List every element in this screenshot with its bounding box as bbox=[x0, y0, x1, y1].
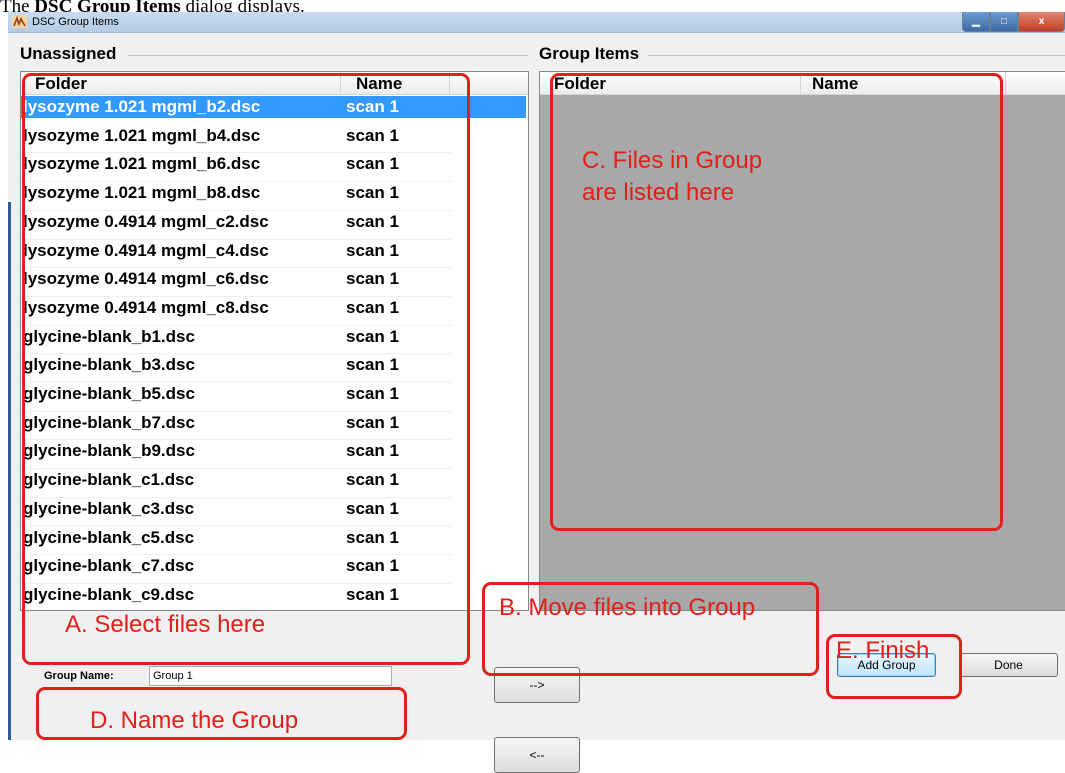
maximize-icon: □ bbox=[1000, 16, 1008, 27]
window-controls: ▁ □ x bbox=[962, 12, 1065, 32]
group-name-label: Group Name: bbox=[44, 670, 114, 682]
remove-from-group-button[interactable]: <-- bbox=[494, 737, 580, 773]
annotation-c-text-line2: are listed here bbox=[582, 179, 735, 206]
annotation-c-box bbox=[550, 73, 1003, 531]
group-items-group-line bbox=[648, 55, 1065, 56]
annotation-b-text: B. Move files into Group bbox=[499, 594, 756, 621]
annotation-e-text: E. Finish bbox=[836, 637, 930, 664]
annotation-c-text-line1: C. Files in Group bbox=[582, 147, 763, 174]
unassigned-group-line bbox=[128, 55, 528, 56]
minimize-button[interactable]: ▁ bbox=[962, 12, 990, 32]
group-name-input[interactable]: Group 1 bbox=[149, 666, 392, 686]
annotation-a-box bbox=[22, 73, 470, 665]
done-button[interactable]: Done bbox=[959, 653, 1058, 677]
app-icon bbox=[12, 15, 27, 28]
done-label: Done bbox=[994, 658, 1023, 672]
arrow-left-label: <-- bbox=[529, 748, 545, 762]
unassigned-label: Unassigned bbox=[20, 44, 117, 63]
title-bar: DSC Group Items ▁ □ x bbox=[8, 12, 1065, 33]
window-frame-edge bbox=[8, 202, 11, 740]
group-items-label: Group Items bbox=[539, 44, 640, 63]
minimize-icon: ▁ bbox=[972, 16, 980, 27]
dsc-group-items-dialog: DSC Group Items ▁ □ x Unassigned Folder … bbox=[8, 12, 1065, 773]
maximize-button[interactable]: □ bbox=[990, 12, 1018, 32]
annotation-a-text: A. Select files here bbox=[65, 611, 266, 638]
close-button[interactable]: x bbox=[1018, 12, 1065, 32]
column-separator[interactable] bbox=[1005, 72, 1006, 94]
annotation-d-text: D. Name the Group bbox=[90, 707, 299, 734]
window-title: DSC Group Items bbox=[32, 16, 119, 28]
arrow-right-label: --> bbox=[529, 678, 545, 692]
close-icon: x bbox=[1038, 16, 1045, 27]
